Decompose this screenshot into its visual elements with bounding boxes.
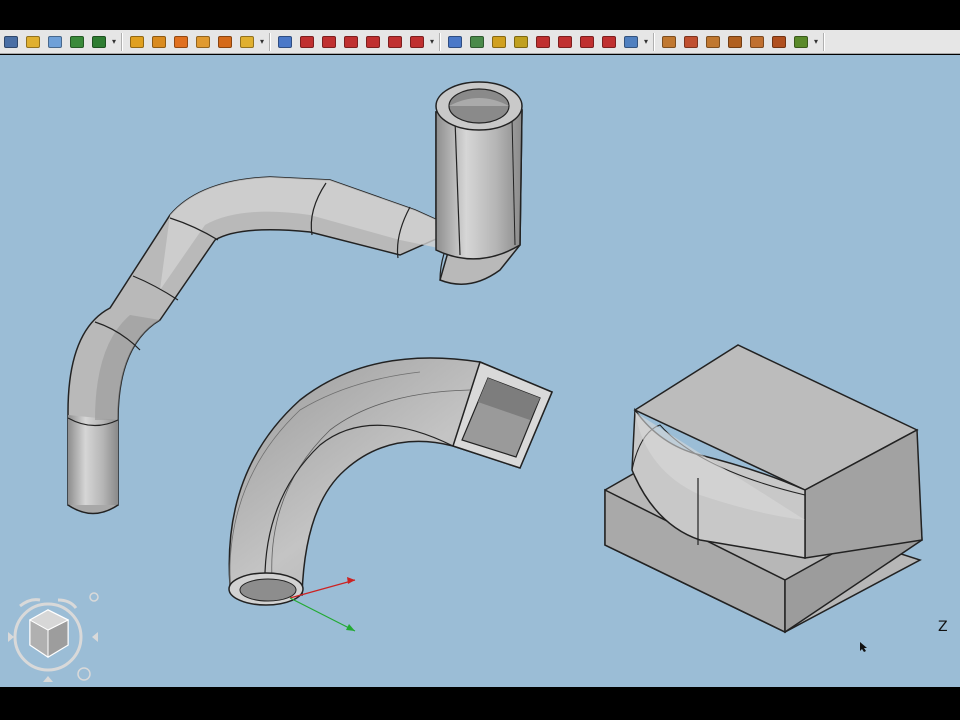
- sketch-validate-check-button[interactable]: [792, 33, 810, 51]
- refresh-button[interactable]: [68, 33, 86, 51]
- sketch-attach-button[interactable]: [726, 33, 744, 51]
- measure-button[interactable]: [622, 33, 640, 51]
- macro-button[interactable]: [90, 33, 108, 51]
- sketch-run-button[interactable]: [216, 33, 234, 51]
- curved-sweep-model[interactable]: [228, 357, 553, 606]
- toolbar-dropdown-arrow-icon[interactable]: ▾: [258, 33, 266, 51]
- scaled-icon: [514, 35, 528, 48]
- groove-icon: [344, 35, 358, 48]
- thickness-button[interactable]: [578, 33, 596, 51]
- measure-icon: [624, 35, 638, 48]
- macro-icon: [92, 35, 106, 48]
- sketch-merge-icon: [772, 35, 786, 48]
- toolbar-dropdown-arrow-icon[interactable]: ▾: [110, 33, 118, 51]
- multi-transform-icon: [536, 35, 550, 48]
- pad-button[interactable]: [276, 33, 294, 51]
- sketch-edit-icon: [152, 35, 166, 48]
- whats-this-button[interactable]: [2, 33, 20, 51]
- toolbar-separator: [121, 32, 123, 51]
- top-black-bar: [0, 0, 960, 30]
- body-button[interactable]: [600, 33, 618, 51]
- toolbar-separator: [269, 32, 271, 51]
- pocket-button[interactable]: [298, 33, 316, 51]
- toolbar-separator: [439, 32, 441, 51]
- bottom-black-bar: [0, 687, 960, 720]
- sketch-validate-icon: [174, 35, 188, 48]
- sketch-mirror-icon: [750, 35, 764, 48]
- fillet-button[interactable]: [364, 33, 382, 51]
- polar-pattern-button[interactable]: [490, 33, 508, 51]
- thickness-icon: [580, 35, 594, 48]
- sketch-mirror-button[interactable]: [748, 33, 766, 51]
- sketch-validate-check-icon: [794, 35, 808, 48]
- workbench-icon: [26, 35, 40, 48]
- revolution-button[interactable]: [320, 33, 338, 51]
- sketch-attach-icon: [728, 35, 742, 48]
- toolbar-dropdown-arrow-icon[interactable]: ▾: [642, 33, 650, 51]
- new-document-icon: [48, 35, 62, 48]
- whats-this-icon: [4, 35, 18, 48]
- axis-z-label: Z: [938, 619, 948, 635]
- chamfer-run-button[interactable]: [386, 33, 404, 51]
- sketch-merge-button[interactable]: [770, 33, 788, 51]
- sketch-view-button[interactable]: [660, 33, 678, 51]
- toolbar-separator: [823, 32, 825, 51]
- toolbar-dropdown-arrow-icon[interactable]: ▾: [428, 33, 436, 51]
- pad-icon: [278, 35, 292, 48]
- block-model[interactable]: [604, 344, 923, 634]
- mirrored-button[interactable]: [446, 33, 464, 51]
- sketch-reorient-icon: [684, 35, 698, 48]
- 3d-viewport[interactable]: Z: [0, 55, 960, 687]
- sketch-map-button[interactable]: [194, 33, 212, 51]
- revolution-icon: [322, 35, 336, 48]
- mirrored-icon: [448, 35, 462, 48]
- chamfer-run-icon: [388, 35, 402, 48]
- body-icon: [602, 35, 616, 48]
- groove-button[interactable]: [342, 33, 360, 51]
- sketch-run-icon: [218, 35, 232, 48]
- toolbar-separator: [653, 32, 655, 51]
- linear-pattern-icon: [470, 35, 484, 48]
- new-document-button[interactable]: [46, 33, 64, 51]
- pocket-icon: [300, 35, 314, 48]
- linear-pattern-button[interactable]: [468, 33, 486, 51]
- toolbar-dropdown-arrow-icon[interactable]: ▾: [812, 33, 820, 51]
- sketch-map-icon: [196, 35, 210, 48]
- fillet-icon: [366, 35, 380, 48]
- sketch-merge-button[interactable]: [238, 33, 256, 51]
- sketch-button[interactable]: [128, 33, 146, 51]
- main-toolbar: ▾ ▾ ▾ ▾ ▾: [0, 30, 960, 54]
- sketch-reorient-button[interactable]: [682, 33, 700, 51]
- workbench-button[interactable]: [24, 33, 42, 51]
- sketch-view-icon: [662, 35, 676, 48]
- sketch-validate-button[interactable]: [172, 33, 190, 51]
- sketch-edit-button[interactable]: [150, 33, 168, 51]
- draft-icon: [410, 35, 424, 48]
- polar-pattern-icon: [492, 35, 506, 48]
- refresh-icon: [70, 35, 84, 48]
- draft-button[interactable]: [408, 33, 426, 51]
- scaled-button[interactable]: [512, 33, 530, 51]
- sketch-icon: [130, 35, 144, 48]
- boolean-icon: [558, 35, 572, 48]
- boolean-button[interactable]: [556, 33, 574, 51]
- sketch-merge-icon: [240, 35, 254, 48]
- multi-transform-button[interactable]: [534, 33, 552, 51]
- scene-svg: [8, 81, 923, 682]
- sketch-close-icon: [706, 35, 720, 48]
- navigation-cube[interactable]: [8, 592, 99, 682]
- mouse-cursor-icon: [860, 642, 867, 652]
- sketch-close-button[interactable]: [704, 33, 722, 51]
